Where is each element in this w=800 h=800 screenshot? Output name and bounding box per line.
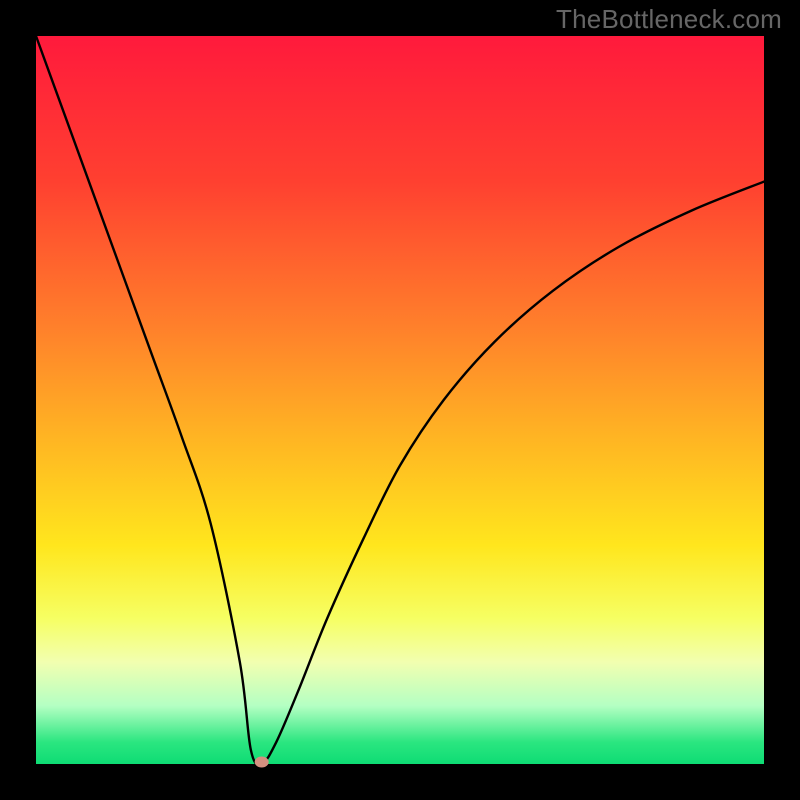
watermark-text: TheBottleneck.com [556, 4, 782, 35]
bottleneck-chart [0, 0, 800, 800]
optimum-marker [255, 757, 269, 768]
chart-frame: TheBottleneck.com [0, 0, 800, 800]
plot-area [36, 36, 764, 764]
